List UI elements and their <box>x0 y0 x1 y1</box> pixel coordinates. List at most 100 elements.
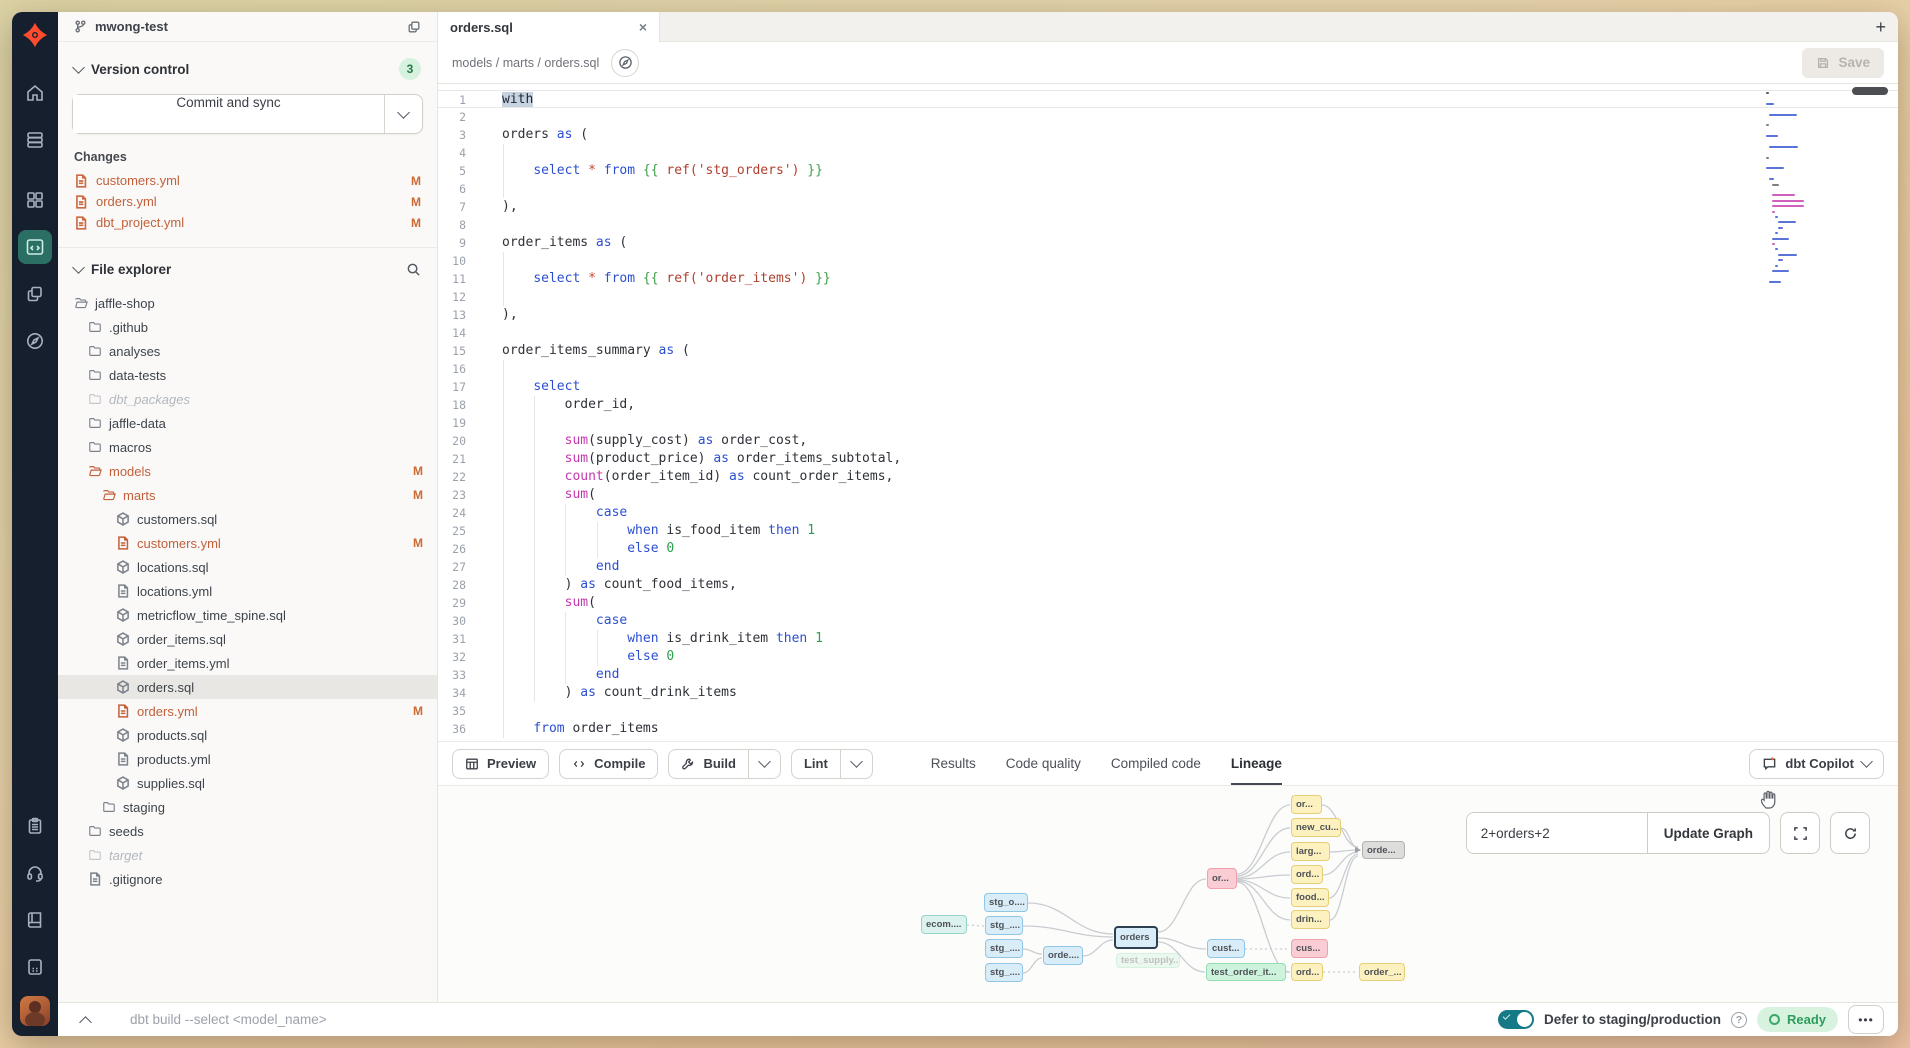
command-input[interactable]: dbt build --select <model_name> <box>130 1012 327 1027</box>
file-tree-item[interactable]: order_items.yml <box>58 651 437 675</box>
lineage-node[interactable]: ecom.... <box>921 915 967 934</box>
file-tree-item[interactable]: .github <box>58 315 437 339</box>
file-tree-item[interactable]: orders.ymlM <box>58 699 437 723</box>
file-tree-item[interactable]: customers.ymlM <box>58 531 437 555</box>
lint-button[interactable]: Lint <box>792 750 840 778</box>
dbt-copilot-button[interactable]: dbt Copilot <box>1749 749 1884 779</box>
file-tree-item[interactable]: orders.sql <box>58 675 437 699</box>
commit-and-sync-button[interactable]: Commit and sync <box>72 94 423 134</box>
lineage-node[interactable]: or... <box>1207 868 1237 889</box>
file-tree-item[interactable]: analyses <box>58 339 437 363</box>
lineage-node[interactable]: stg_.... <box>985 963 1023 982</box>
windows-icon[interactable] <box>18 277 52 311</box>
compile-button[interactable]: Compile <box>559 749 658 779</box>
lineage-node[interactable]: test_supply... <box>1116 953 1180 968</box>
new-tab-button[interactable]: + <box>1875 18 1886 36</box>
file-tree-item[interactable]: jaffle-data <box>58 411 437 435</box>
changed-file-row[interactable]: dbt_project.ymlM <box>58 212 437 233</box>
file-tree-item[interactable]: martsM <box>58 483 437 507</box>
lineage-node[interactable]: drin... <box>1291 910 1330 929</box>
grid-icon[interactable] <box>18 183 52 217</box>
file-tree-item[interactable]: data-tests <box>58 363 437 387</box>
code-editor[interactable]: 1with23orders as (45 select * from {{ re… <box>438 84 1898 741</box>
file-tree-item[interactable]: staging <box>58 795 437 819</box>
file-explorer-header[interactable]: File explorer <box>58 248 437 285</box>
lineage-node[interactable]: ord... <box>1291 865 1323 884</box>
lineage-node[interactable]: cus... <box>1291 939 1328 958</box>
code-line: 28 ) as count_food_items, <box>438 576 1898 594</box>
dbt-logo[interactable] <box>18 18 52 52</box>
more-options-button[interactable]: ••• <box>1848 1005 1884 1034</box>
lineage-node[interactable]: test_order_it... <box>1206 963 1286 981</box>
file-tree-item[interactable]: metricflow_time_spine.sql <box>58 603 437 627</box>
lineage-filter-input[interactable] <box>1467 813 1647 853</box>
scrollbar-thumb[interactable] <box>1852 87 1888 95</box>
lineage-node[interactable]: stg_.... <box>985 916 1023 935</box>
file-tree-item[interactable]: modelsM <box>58 459 437 483</box>
lineage-node[interactable]: orde... <box>1362 841 1405 859</box>
commit-button-label[interactable]: Commit and sync <box>73 95 384 133</box>
help-icon[interactable]: ? <box>1731 1012 1747 1028</box>
tab-results[interactable]: Results <box>931 742 976 786</box>
file-tree-item[interactable]: target <box>58 843 437 867</box>
file-tree-item[interactable]: .gitignore <box>58 867 437 891</box>
user-avatar[interactable] <box>20 996 50 1026</box>
changed-file-row[interactable]: customers.ymlM <box>58 170 437 191</box>
lineage-node[interactable]: stg_o.... <box>984 893 1028 912</box>
lineage-node[interactable]: order_... <box>1359 963 1405 981</box>
clipboard-icon[interactable] <box>18 809 52 843</box>
file-tree-item[interactable]: seeds <box>58 819 437 843</box>
file-tree-item[interactable]: dbt_packages <box>58 387 437 411</box>
refresh-button[interactable] <box>1830 812 1870 854</box>
file-tree-item[interactable]: macros <box>58 435 437 459</box>
minimap[interactable] <box>1766 92 1820 291</box>
build-dropdown[interactable] <box>748 750 780 778</box>
lineage-node[interactable]: larg... <box>1291 842 1330 861</box>
lineage-node[interactable]: or... <box>1291 795 1322 814</box>
file-tree-item[interactable]: products.sql <box>58 723 437 747</box>
changed-file-row[interactable]: orders.ymlM <box>58 191 437 212</box>
tab-code-quality[interactable]: Code quality <box>1006 742 1081 786</box>
defer-toggle[interactable] <box>1498 1010 1534 1029</box>
file-tree-item[interactable]: jaffle-shop <box>58 291 437 315</box>
terminal-icon[interactable] <box>18 950 52 984</box>
update-graph-button[interactable]: Update Graph <box>1647 813 1769 853</box>
lineage-node[interactable]: new_cu... <box>1291 818 1341 837</box>
home-icon[interactable] <box>18 76 52 110</box>
lineage-node[interactable]: food... <box>1291 888 1329 907</box>
expand-command-bar-button[interactable] <box>72 1013 98 1027</box>
tab-orders-sql[interactable]: orders.sql × <box>438 12 660 42</box>
file-tree-item[interactable]: products.yml <box>58 747 437 771</box>
version-control-header[interactable]: Version control 3 <box>58 42 437 90</box>
book-icon[interactable] <box>18 903 52 937</box>
compass-icon[interactable] <box>18 324 52 358</box>
lineage-node[interactable]: ord... <box>1291 963 1323 981</box>
file-name: supplies.sql <box>137 776 205 791</box>
copy-icon[interactable] <box>407 20 421 34</box>
preview-button[interactable]: Preview <box>452 749 549 779</box>
lineage-node[interactable]: cust... <box>1207 939 1245 958</box>
lineage-node[interactable]: stg_.... <box>985 939 1023 958</box>
file-tree-item[interactable]: customers.sql <box>58 507 437 531</box>
lineage-node[interactable]: orde.... <box>1043 946 1083 965</box>
file-tree-item[interactable]: locations.sql <box>58 555 437 579</box>
file-tree-item[interactable]: supplies.sql <box>58 771 437 795</box>
lineage-compass-button[interactable] <box>611 49 639 77</box>
tab-compiled-code[interactable]: Compiled code <box>1111 742 1201 786</box>
lint-dropdown[interactable] <box>840 750 872 778</box>
tab-lineage[interactable]: Lineage <box>1231 742 1282 786</box>
stack-icon[interactable] <box>18 123 52 157</box>
file-tree-item[interactable]: order_items.sql <box>58 627 437 651</box>
code-editor-icon[interactable] <box>18 230 52 264</box>
close-icon[interactable]: × <box>639 20 647 34</box>
search-icon[interactable] <box>406 262 421 277</box>
file-tree-item[interactable]: locations.yml <box>58 579 437 603</box>
line-number: 21 <box>438 450 476 468</box>
lineage-node[interactable]: orders <box>1114 926 1158 949</box>
headset-icon[interactable] <box>18 856 52 890</box>
fullscreen-button[interactable] <box>1780 812 1820 854</box>
build-button[interactable]: Build <box>669 750 748 778</box>
commit-dropdown[interactable] <box>384 95 422 133</box>
save-button[interactable]: Save <box>1802 48 1884 78</box>
line-number: 17 <box>438 378 476 396</box>
